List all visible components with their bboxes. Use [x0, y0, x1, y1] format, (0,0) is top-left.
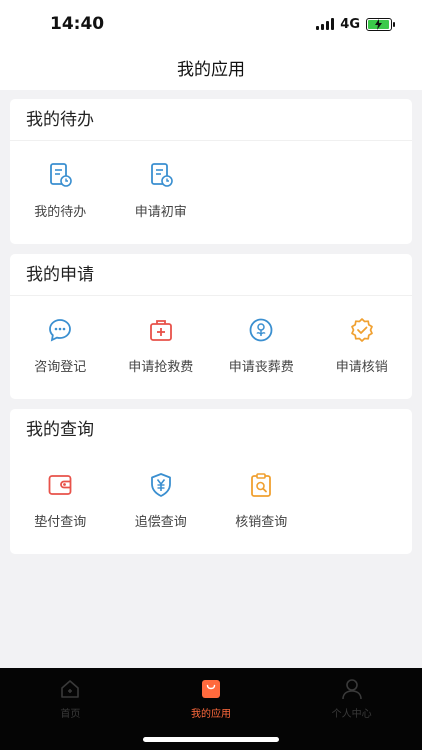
app-label: 咨询登记 [34, 360, 87, 375]
app-advance-query[interactable]: 垫付查询 [10, 471, 111, 530]
clipboard-search-icon [247, 471, 275, 499]
app-funeral-fee[interactable]: 申请丧葬费 [211, 316, 312, 375]
network-type: 4G [340, 16, 360, 32]
check-badge-icon [348, 316, 376, 344]
section-grid: 咨询登记 申请抢救费 申请丧葬费 申请核销 [10, 296, 412, 375]
document-clock-icon [46, 161, 74, 189]
page-title: 我的应用 [177, 59, 245, 80]
shopping-bag-icon [200, 678, 222, 700]
document-clock-icon [147, 161, 175, 189]
flower-circle-icon [247, 316, 275, 344]
person-icon [341, 678, 363, 700]
nav-bar: 我的应用 [0, 44, 422, 90]
app-initial-review[interactable]: 申请初审 [111, 161, 212, 220]
section-grid: 垫付查询 追偿查询 核销查询 [10, 451, 412, 530]
status-indicators: 4G [316, 16, 395, 32]
tab-label: 我的应用 [191, 709, 231, 720]
section-title: 我的申请 [10, 254, 412, 296]
app-write-off-query[interactable]: 核销查询 [211, 471, 312, 530]
yen-shield-icon [147, 471, 175, 499]
app-label: 申请抢救费 [128, 360, 194, 375]
app-label: 追偿查询 [134, 515, 187, 530]
app-consult-register[interactable]: 咨询登记 [10, 316, 111, 375]
tab-profile[interactable]: 个人中心 [281, 668, 422, 750]
wallet-icon [46, 471, 74, 499]
status-time: 14:40 [50, 14, 105, 34]
app-rescue-fee[interactable]: 申请抢救费 [111, 316, 212, 375]
app-label: 我的待办 [34, 205, 87, 220]
section-title: 我的查询 [26, 420, 94, 440]
app-label: 申请初审 [134, 205, 187, 220]
app-my-todo[interactable]: 我的待办 [10, 161, 111, 220]
section-grid: 我的待办 申请初审 [10, 141, 412, 220]
first-aid-kit-icon [147, 316, 175, 344]
section-todo: 我的待办 我的待办 申请初审 [10, 99, 412, 244]
home-indicator [143, 737, 279, 742]
signal-strength-icon [316, 18, 335, 30]
section-title: 我的待办 [10, 99, 412, 141]
battery-charging-icon [366, 17, 395, 31]
tab-label: 首页 [60, 709, 81, 720]
section-queries: 我的查询 垫付查询 追偿查询 核销查询 [10, 409, 412, 554]
app-label: 申请核销 [335, 360, 388, 375]
app-recovery-query[interactable]: 追偿查询 [111, 471, 212, 530]
status-bar: 14:40 4G [0, 0, 422, 44]
home-icon [59, 678, 81, 700]
section-applications: 我的申请 咨询登记 申请抢救费 申请丧葬费 申请核销 [10, 254, 412, 399]
app-label: 申请丧葬费 [228, 360, 294, 375]
app-label: 垫付查询 [34, 515, 87, 530]
tab-home[interactable]: 首页 [0, 668, 141, 750]
tab-label: 个人中心 [331, 709, 372, 720]
app-label: 核销查询 [235, 515, 288, 530]
chat-bubble-icon [46, 316, 74, 344]
app-write-off[interactable]: 申请核销 [312, 316, 413, 375]
